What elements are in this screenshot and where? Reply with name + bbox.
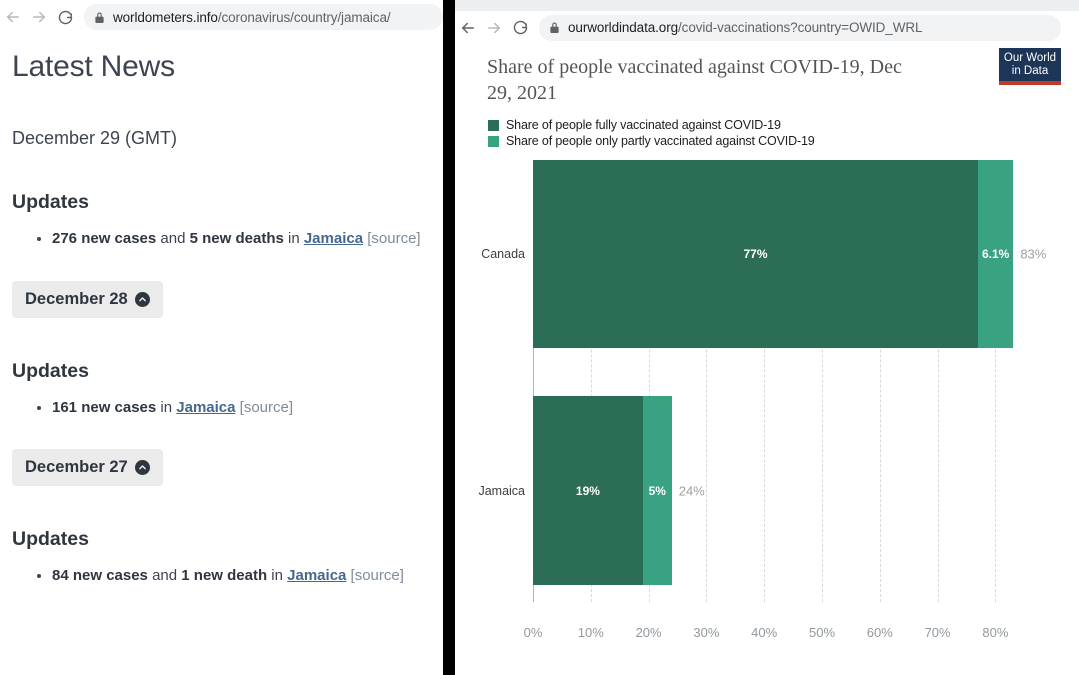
reload-icon[interactable] xyxy=(52,4,78,30)
x-axis-tick-label: 40% xyxy=(751,625,777,640)
reload-icon[interactable] xyxy=(507,15,533,41)
x-axis-tick-label: 50% xyxy=(809,625,835,640)
bar-category-label: Canada xyxy=(481,247,525,261)
bar-row[interactable]: Canada77%6.1%83% xyxy=(533,160,1013,348)
source-link[interactable]: [source] xyxy=(240,399,293,416)
bar-segment-partly-vaccinated[interactable]: 5% xyxy=(643,396,672,585)
bar-category-label: Jamaica xyxy=(478,484,525,498)
country-link[interactable]: Jamaica xyxy=(287,567,346,584)
bar-segment-value-label: 77% xyxy=(744,247,768,261)
update-text: and xyxy=(156,230,189,247)
legend-swatch xyxy=(488,136,499,147)
news-date-label: December 29 (GMT) xyxy=(12,128,431,149)
bar-segment-value-label: 19% xyxy=(576,484,600,498)
updates-list: 276 new cases and 5 new deaths in Jamaic… xyxy=(12,228,431,251)
legend-label: Share of people fully vaccinated against… xyxy=(506,118,781,132)
source-link[interactable]: [source] xyxy=(351,567,404,584)
updates-heading: Updates xyxy=(12,191,431,214)
left-url-text: worldometers.info/coronavirus/country/ja… xyxy=(113,10,391,25)
news-section: December 27 Updates 84 new cases and 1 new… xyxy=(12,419,431,588)
x-axis-tick-label: 70% xyxy=(925,625,951,640)
legend-label: Share of people only partly vaccinated a… xyxy=(506,134,815,148)
bar-segment-fully-vaccinated[interactable]: 19% xyxy=(533,396,643,585)
update-item: 84 new cases and 1 new death in Jamaica … xyxy=(52,565,431,588)
bar-segment-fully-vaccinated[interactable]: 77% xyxy=(533,160,978,348)
lock-icon xyxy=(94,11,105,24)
legend-item[interactable]: Share of people fully vaccinated against… xyxy=(488,118,1079,132)
bar-row[interactable]: Jamaica19%5%24% xyxy=(533,396,672,585)
forward-icon[interactable] xyxy=(26,4,52,30)
update-stat: 5 new deaths xyxy=(190,230,284,247)
bar-segment-value-label: 6.1% xyxy=(982,247,1009,261)
country-link[interactable]: Jamaica xyxy=(176,399,235,416)
right-url-host: ourworldindata.org xyxy=(568,20,678,35)
date-toggle-label: December 28 xyxy=(25,290,128,309)
update-stat: 161 new cases xyxy=(52,399,156,416)
country-link[interactable]: Jamaica xyxy=(304,230,363,247)
back-icon[interactable] xyxy=(455,15,481,41)
left-address-bar[interactable]: worldometers.info/coronavirus/country/ja… xyxy=(84,4,443,30)
left-url-host: worldometers.info xyxy=(113,10,218,25)
owid-logo-line2: in Data xyxy=(1002,65,1058,78)
update-text: in xyxy=(267,567,287,584)
right-address-bar[interactable]: ourworldindata.org/covid-vaccinations?co… xyxy=(539,15,1061,41)
chart-legend: Share of people fully vaccinated against… xyxy=(455,106,1079,148)
bar-stack: 19% 5% xyxy=(533,396,672,585)
bar-stack: 77% 6.1% xyxy=(533,160,1013,348)
source-link[interactable]: [source] xyxy=(367,230,420,247)
updates-heading: Updates xyxy=(12,528,431,551)
date-toggle-label: December 27 xyxy=(25,458,128,477)
back-icon[interactable] xyxy=(0,4,26,30)
owid-logo[interactable]: Our World in Data xyxy=(999,48,1061,85)
update-stat: 1 new death xyxy=(181,567,267,584)
worldometers-page-content: Latest News December 29 (GMT) Updates 276 … xyxy=(0,50,443,588)
chart-header: Share of people vaccinated against COVID… xyxy=(455,44,1079,106)
news-section: December 28 Updates 161 new cases in Jamai… xyxy=(12,251,431,420)
update-item: 161 new cases in Jamaica [source] xyxy=(52,397,431,420)
worldometers-browser-panel: worldometers.info/coronavirus/country/ja… xyxy=(0,0,443,675)
update-stat: 276 new cases xyxy=(52,230,156,247)
x-axis-tick-label: 30% xyxy=(693,625,719,640)
updates-heading: Updates xyxy=(12,360,431,383)
x-axis-tick-label: 60% xyxy=(867,625,893,640)
chevron-up-circle-icon xyxy=(135,292,150,307)
legend-swatch xyxy=(488,120,499,131)
x-axis-tick-label: 80% xyxy=(982,625,1008,640)
chevron-up-circle-icon xyxy=(135,460,150,475)
updates-list: 161 new cases in Jamaica [source] xyxy=(12,397,431,420)
updates-list: 84 new cases and 1 new death in Jamaica … xyxy=(12,565,431,588)
bar-total-label: 83% xyxy=(1020,247,1046,262)
x-axis-tick-label: 0% xyxy=(524,625,543,640)
update-stat: 84 new cases xyxy=(52,567,148,584)
date-toggle-button[interactable]: December 28 xyxy=(12,281,163,318)
bar-segment-partly-vaccinated[interactable]: 6.1% xyxy=(978,160,1013,348)
chart-plot-area: 0% 10% 20% 30% 40% 50% 60% 70% 80% Canada 77% 6.1% 8… xyxy=(455,160,1079,660)
owid-browser-panel: ourworldindata.org/covid-vaccinations?co… xyxy=(455,0,1079,675)
right-tabstrip xyxy=(455,0,1079,11)
x-axis-tick-label: 20% xyxy=(636,625,662,640)
update-item: 276 new cases and 5 new deaths in Jamaic… xyxy=(52,228,431,251)
left-url-path: /coronavirus/country/jamaica/ xyxy=(218,10,391,25)
forward-icon[interactable] xyxy=(481,15,507,41)
x-axis-tick-label: 10% xyxy=(578,625,604,640)
right-browser-toolbar: ourworldindata.org/covid-vaccinations?co… xyxy=(455,11,1079,44)
right-url-path: /covid-vaccinations?country=OWID_WRL xyxy=(678,20,922,35)
update-text: in xyxy=(284,230,304,247)
update-text: in xyxy=(156,399,176,416)
news-sections: December 29 (GMT) Updates 276 new cases an… xyxy=(12,128,431,588)
right-url-text: ourworldindata.org/covid-vaccinations?co… xyxy=(568,20,922,35)
update-text: and xyxy=(148,567,181,584)
owid-logo-line1: Our World xyxy=(1002,52,1058,65)
panel-divider xyxy=(443,0,455,675)
page-title: Latest News xyxy=(12,50,431,84)
bar-segment-value-label: 5% xyxy=(649,484,666,498)
news-section: December 29 (GMT) Updates 276 new cases an… xyxy=(12,128,431,251)
legend-item[interactable]: Share of people only partly vaccinated a… xyxy=(488,134,1079,148)
chart-title: Share of people vaccinated against COVID… xyxy=(487,54,927,106)
bar-total-label: 24% xyxy=(679,483,705,498)
date-toggle-button[interactable]: December 27 xyxy=(12,449,163,486)
left-browser-toolbar: worldometers.info/coronavirus/country/ja… xyxy=(0,0,443,34)
lock-icon xyxy=(549,21,560,34)
